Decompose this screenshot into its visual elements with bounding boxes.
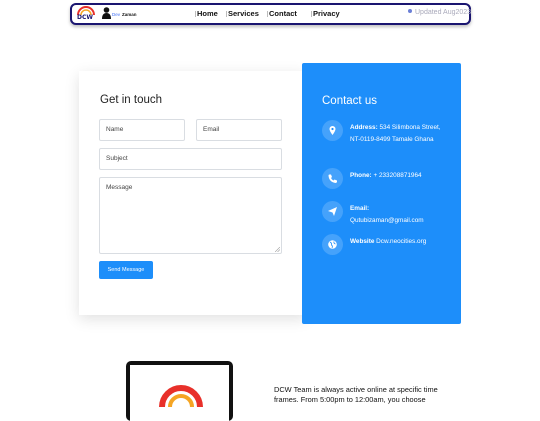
phone-icon	[322, 168, 343, 189]
form-title: Get in touch	[100, 94, 163, 106]
message-textarea[interactable]: Message	[99, 177, 282, 254]
map-pin-icon	[322, 120, 343, 141]
email-text: Email: Qutubizaman@gmail.com	[350, 205, 424, 224]
message-placeholder: Message	[106, 184, 133, 191]
about-paragraph: DCW Team is always active online at spec…	[274, 385, 438, 404]
updated-text: Updated Aug2023	[415, 9, 472, 16]
phone-row: Phone: + 233208871964	[322, 168, 452, 190]
address-text: Address: 534 Silimbona Street, NT-0119-8…	[350, 124, 441, 143]
nav-link-services[interactable]: Services	[226, 9, 259, 18]
contact-title: Contact us	[322, 95, 377, 107]
site-logo[interactable]: DCW	[74, 6, 98, 22]
email-input[interactable]: Email	[196, 119, 282, 141]
user-name: Dev Zaman	[112, 12, 137, 17]
resize-handle-icon[interactable]	[275, 247, 280, 252]
globe-icon	[322, 234, 343, 255]
name-input[interactable]: Name	[99, 119, 185, 141]
user-avatar-icon	[102, 7, 111, 19]
address-row: Address: 534 Silimbona Street, NT-0119-8…	[322, 120, 452, 160]
contact-info-panel: Contact us Address: 534 Silimbona Street…	[302, 63, 461, 324]
updated-status: Updated Aug2023	[408, 9, 471, 16]
dcw-logo-icon	[159, 385, 203, 407]
contact-form-card: Get in touch Name Email Subject Message …	[79, 71, 307, 315]
email-row: Email: Qutubizaman@gmail.com	[322, 201, 452, 227]
laptop-image	[126, 361, 233, 421]
laptop-screen	[130, 365, 229, 421]
status-dot-icon	[408, 9, 412, 13]
phone-text: Phone: + 233208871964	[350, 172, 422, 179]
subject-input[interactable]: Subject	[99, 148, 282, 170]
website-text: Website Dcw.neocities.org	[350, 238, 427, 245]
nav-link-home[interactable]: Home	[195, 9, 218, 18]
send-message-button[interactable]: Send Message	[99, 261, 153, 279]
logo-text: DCW	[77, 14, 94, 21]
nav-link-contact[interactable]: Contact	[267, 9, 297, 18]
nav-link-privacy[interactable]: Privacy	[311, 9, 340, 18]
website-row: Website Dcw.neocities.org	[322, 234, 452, 256]
top-navbar: DCW Dev Zaman Home Services Contact Priva…	[70, 3, 471, 25]
paper-plane-icon	[322, 201, 343, 222]
